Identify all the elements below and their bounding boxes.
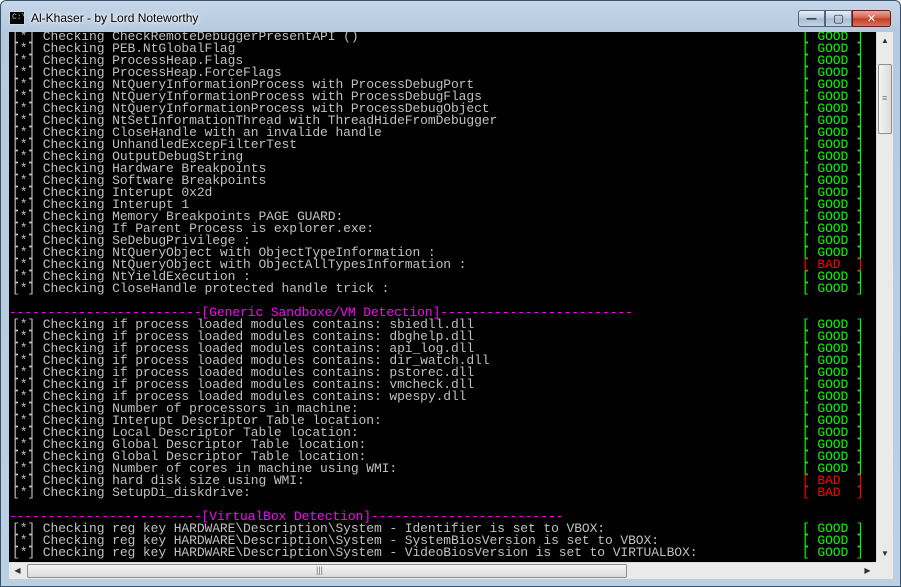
status-badge-good: [ GOOD ] bbox=[802, 545, 864, 560]
horizontal-grip-icon: ||| bbox=[316, 565, 324, 575]
horizontal-scroll-thumb[interactable]: ||| bbox=[27, 564, 627, 578]
horizontal-scrollbar[interactable]: ◀ ||| ▶ bbox=[9, 562, 876, 579]
console-icon-text: C:\ bbox=[12, 13, 27, 22]
scroll-up-arrow-icon[interactable]: ▲ bbox=[877, 32, 893, 49]
console-line: [*] Checking CloseHandle protected handl… bbox=[9, 281, 876, 296]
vertical-scrollbar[interactable]: ▲ ≡ ▼ bbox=[876, 32, 893, 562]
scrollbar-corner bbox=[876, 562, 893, 579]
console-line: [*] Checking SetupDi_diskdrive: [ BAD ] bbox=[9, 485, 876, 500]
window-title: Al-Khaser - by Lord Noteworthy bbox=[31, 11, 199, 25]
maximize-button[interactable]: ▢ bbox=[825, 10, 852, 27]
scroll-right-arrow-icon[interactable]: ▶ bbox=[859, 563, 876, 579]
minimize-button[interactable]: — bbox=[798, 10, 825, 27]
console-line-text: [*] Checking reg key HARDWARE\Descriptio… bbox=[12, 545, 698, 560]
vertical-grip-icon: ≡ bbox=[882, 93, 888, 103]
scroll-left-arrow-icon[interactable]: ◀ bbox=[9, 563, 26, 579]
status-badge-good: [ GOOD ] bbox=[802, 281, 864, 296]
vertical-scroll-thumb[interactable]: ≡ bbox=[878, 64, 892, 134]
console-app-icon[interactable]: C:\ bbox=[9, 11, 27, 25]
console-line-text: [*] Checking CloseHandle protected handl… bbox=[12, 281, 390, 296]
scroll-down-arrow-icon[interactable]: ▼ bbox=[877, 545, 893, 562]
console-line-text: [*] Checking SetupDi_diskdrive: bbox=[12, 485, 251, 500]
console-line: [*] Checking reg key HARDWARE\Descriptio… bbox=[9, 545, 876, 560]
close-button[interactable]: ✕ bbox=[852, 10, 891, 27]
title-bar[interactable]: C:\ Al-Khaser - by Lord Noteworthy — ▢ ✕ bbox=[1, 1, 900, 32]
console-window: C:\ Al-Khaser - by Lord Noteworthy — ▢ ✕… bbox=[0, 0, 901, 587]
console-output[interactable]: [*] Checking CheckRemoteDebuggerPresentA… bbox=[9, 32, 876, 562]
status-badge-bad: [ BAD ] bbox=[802, 485, 864, 500]
